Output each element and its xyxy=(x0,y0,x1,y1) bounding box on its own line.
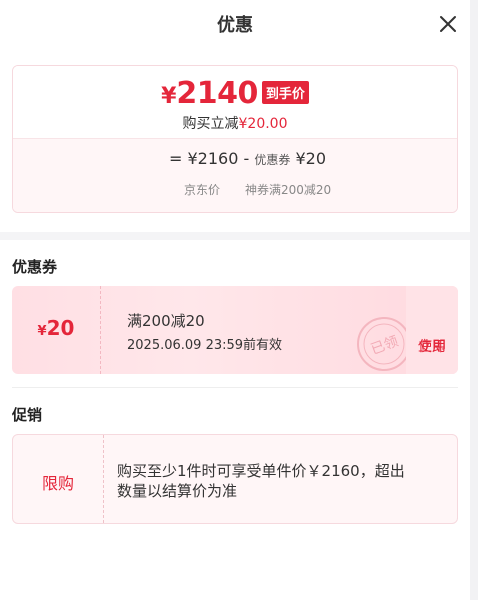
claimed-stamp-text: 已领 xyxy=(369,334,401,359)
discount-line: 购买立减¥20.00 xyxy=(13,113,457,133)
promo-section-title: 促销 xyxy=(12,406,43,424)
final-price-line: ¥2140 到手价 xyxy=(13,76,457,111)
close-icon xyxy=(440,16,456,32)
coupon-value: ¥20 xyxy=(295,149,327,168)
price-summary-card: ¥2140 到手价 购买立减¥20.00 = ¥2160 - 优惠券 ¥20 京东… xyxy=(12,65,458,213)
coupon-amount-area: ¥20 xyxy=(12,286,101,374)
equals-sign: = xyxy=(169,149,183,168)
promo-tag-area: 限购 xyxy=(13,435,104,523)
price-formula: = ¥2160 - 优惠券 ¥20 xyxy=(169,149,326,168)
price-top: ¥2140 到手价 购买立减¥20.00 xyxy=(13,66,457,138)
claimed-stamp-icon: 已领 xyxy=(357,317,411,371)
section-separator xyxy=(0,232,470,240)
coupon-section-title: 优惠券 xyxy=(12,258,58,276)
promotion-sheet: 优惠 ¥2140 到手价 购买立减¥20.00 = ¥2160 - 优惠券 ¥20 xyxy=(0,0,470,600)
close-button[interactable] xyxy=(436,12,460,36)
sheet-header: 优惠 xyxy=(0,0,470,46)
coupon-desc-label: 神券满200减20 xyxy=(245,183,332,197)
base-price: ¥2160 xyxy=(187,149,239,168)
coupon-currency: ¥ xyxy=(37,324,47,339)
base-price-label: 京东价 xyxy=(184,183,221,197)
discount-amount: ¥20.00 xyxy=(238,116,288,132)
coupon-card[interactable]: ¥20 满200减20 2025.06.09 23:59前有效 已领 立即 使用 xyxy=(12,286,458,374)
use-now-label: 立即 使用 xyxy=(406,312,458,355)
coupon-expiry: 2025.06.09 23:59前有效 xyxy=(127,338,283,353)
coupon-label: 优惠券 xyxy=(254,153,291,167)
price-currency: ¥ xyxy=(161,84,177,109)
coupon-amount: ¥20 xyxy=(12,316,100,340)
final-price: 2140 xyxy=(176,76,258,111)
coupon-title: 满200减20 xyxy=(127,312,205,330)
formula-labels: 京东价 神券满200减20 xyxy=(184,181,331,198)
use-now-button[interactable]: 立即 使用 xyxy=(406,286,458,374)
use-now-line2: 使用 xyxy=(418,339,446,355)
coupon-amount-value: 20 xyxy=(46,316,75,340)
minus-sign: - xyxy=(243,149,250,168)
section-divider xyxy=(12,387,458,388)
discount-prefix: 购买立减 xyxy=(182,116,239,132)
promo-description: 购买至少1件时可享受单件价￥2160，超出数量以结算价为准 xyxy=(117,462,405,500)
page-title: 优惠 xyxy=(217,15,253,36)
price-formula-area: = ¥2160 - 优惠券 ¥20 京东价 神券满200减20 xyxy=(13,138,457,212)
final-price-badge: 到手价 xyxy=(261,81,309,104)
promo-tag: 限购 xyxy=(41,474,74,493)
promo-card: 限购 购买至少1件时可享受单件价￥2160，超出数量以结算价为准 xyxy=(12,434,458,524)
scrollbar-track xyxy=(470,0,478,600)
